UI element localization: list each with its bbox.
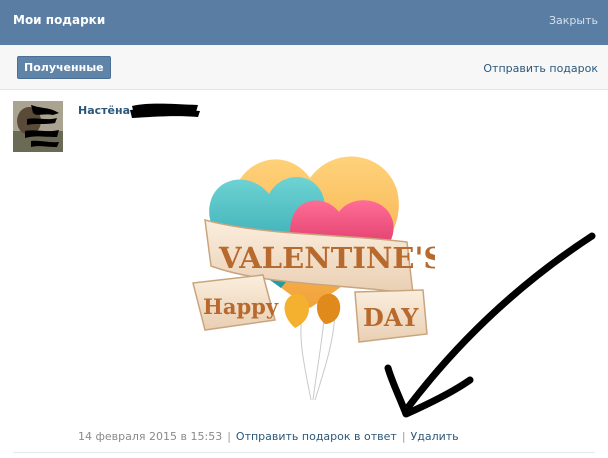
tab-received[interactable]: Полученные	[17, 56, 111, 79]
avatar-photo	[13, 101, 63, 152]
divider	[13, 452, 595, 453]
reply-gift-link[interactable]: Отправить подарок в ответ	[236, 430, 397, 443]
avatar[interactable]	[13, 101, 63, 152]
gift-footer: 14 февраля 2015 в 15:53 | Отправить подаро…	[78, 430, 459, 443]
separator: |	[227, 430, 231, 443]
day-text: DAY	[363, 303, 419, 332]
gift-date: 14 февраля 2015 в 15:53	[78, 430, 223, 443]
delete-link[interactable]: Удалить	[411, 430, 459, 443]
modal-title: Мои подарки	[13, 13, 106, 27]
valentine-gift-image: VALENTINE'S Happy DAY	[192, 156, 435, 401]
sender-name[interactable]: Настёна	[78, 104, 130, 117]
send-gift-link[interactable]: Отправить подарок	[483, 62, 598, 75]
name-redaction-scribble	[130, 103, 200, 118]
happy-text: Happy	[203, 294, 279, 319]
valentines-text: VALENTINE'S	[218, 241, 435, 275]
modal-header: Мои подарки Закрыть	[0, 0, 608, 45]
tab-bar: Полученные Отправить подарок	[0, 45, 608, 90]
close-link[interactable]: Закрыть	[549, 14, 598, 27]
separator: |	[401, 430, 406, 443]
